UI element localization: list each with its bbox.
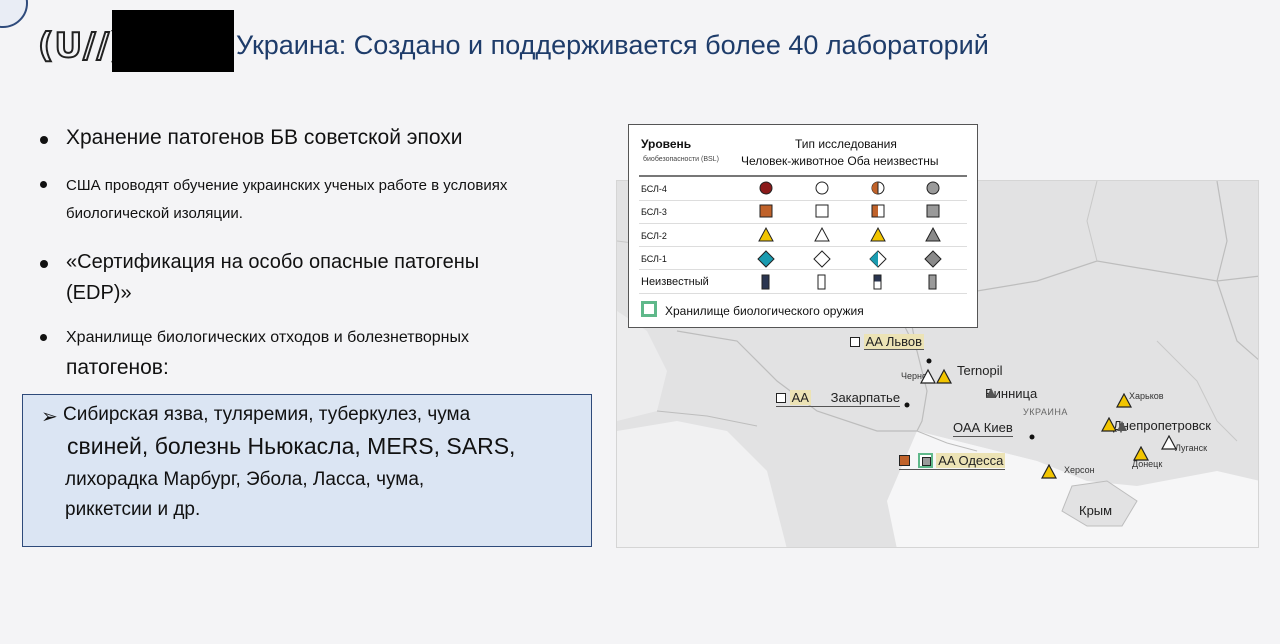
legend-row-label: БСЛ-2	[641, 231, 667, 241]
map-label-krym: Крым	[1079, 503, 1113, 518]
map-label-aa-zakarpatye: AA Закарпатье	[776, 390, 901, 407]
bullet-text: (EDP)»	[66, 282, 132, 304]
legend-header-divider	[639, 175, 967, 177]
bioweapon-storage-icon	[917, 453, 933, 468]
legend-row-label: БСЛ-4	[641, 184, 667, 194]
legend-column-labels: Человек-животное Оба неизвестны	[741, 154, 939, 168]
bullet-dot-icon	[40, 260, 48, 268]
map-label-ukraine: УКРАИНА	[1023, 407, 1068, 417]
map-label-kharkov: Харьков	[1129, 391, 1164, 401]
bullet-text: США проводят обучение украинских ученых …	[66, 177, 508, 194]
bullet-text: биологической изоляции.	[66, 205, 243, 222]
bullet-text: «Сертификация на особо опасные патогены	[66, 251, 480, 273]
bsl2-triangle-donetsk	[1133, 446, 1149, 461]
legend-symbols	[757, 181, 942, 290]
callout-line: свиней, болезнь Ньюкасла, MERS, SARS,	[67, 433, 516, 459]
bsl2-unknown-triangle-vinnitsa	[986, 388, 996, 398]
map-label-ternopil: Ternopil	[957, 363, 1003, 378]
legend-storage-label: Хранилище биологического оружия	[665, 304, 864, 318]
unknown-bsl3-square-icon	[850, 337, 860, 347]
callout-line: Сибирская язва, туляремия, туберкулез, ч…	[63, 404, 471, 425]
map-label-kherson: Херсон	[1064, 465, 1095, 475]
pathogen-callout: ➢ Сибирская язва, туляремия, туберкулез,…	[22, 394, 592, 547]
map-label-lugansk: Луганск	[1175, 443, 1208, 453]
adriatic-sea	[617, 421, 787, 547]
bullet-dot-icon	[40, 181, 47, 188]
bsl2-open-triangle-lugansk	[1161, 435, 1177, 450]
bullet-text: патогенов:	[66, 356, 169, 379]
unknown-bsl3-square-icon	[776, 393, 786, 403]
bullet-dot-icon	[40, 334, 47, 341]
map-label-odessa: AA Одесса	[899, 453, 1006, 470]
legend-bsl-header: биобезопасности (BSL)	[643, 156, 719, 163]
human-bsl3-square-icon	[899, 455, 910, 466]
legend-row-label: Неизвестный	[641, 276, 709, 288]
bullet-dot-icon	[40, 136, 48, 144]
map-label-kiev: ОАА Киев	[953, 420, 1013, 437]
bsl2-triangles-dnepr	[1101, 417, 1127, 432]
redaction-block	[112, 10, 234, 72]
legend-row-label: БСЛ-1	[641, 254, 667, 264]
bsl2-triangle-kharkov	[1116, 393, 1132, 408]
bsl2-triangle-kherson	[1041, 464, 1057, 479]
callout-line: лихорадка Марбург, Эбола, Ласса, чума,	[65, 469, 425, 490]
bullet-text: Хранилище биологических отходов и болезн…	[66, 329, 470, 346]
legend-level-header: Уровень	[641, 137, 692, 151]
callout-line: риккетсии и др.	[65, 499, 201, 520]
bsl2-triangles-chernov	[920, 368, 952, 384]
legend-row-label: БСЛ-3	[641, 207, 667, 217]
map-label-lviv: AA Львов	[850, 334, 925, 350]
map-legend: Уровень биобезопасности (BSL) Тип исслед…	[628, 124, 978, 328]
page-title: Украина: Создано и поддерживается более …	[236, 30, 989, 60]
agency-seal-icon	[0, 0, 28, 28]
bullet-text: Хранение патогенов БВ советской эпохи	[66, 126, 463, 149]
arrow-bullet-icon: ➢	[41, 406, 58, 428]
bioweapon-storage-legend-icon	[641, 301, 657, 317]
legend-type-header: Тип исследования	[795, 137, 897, 151]
